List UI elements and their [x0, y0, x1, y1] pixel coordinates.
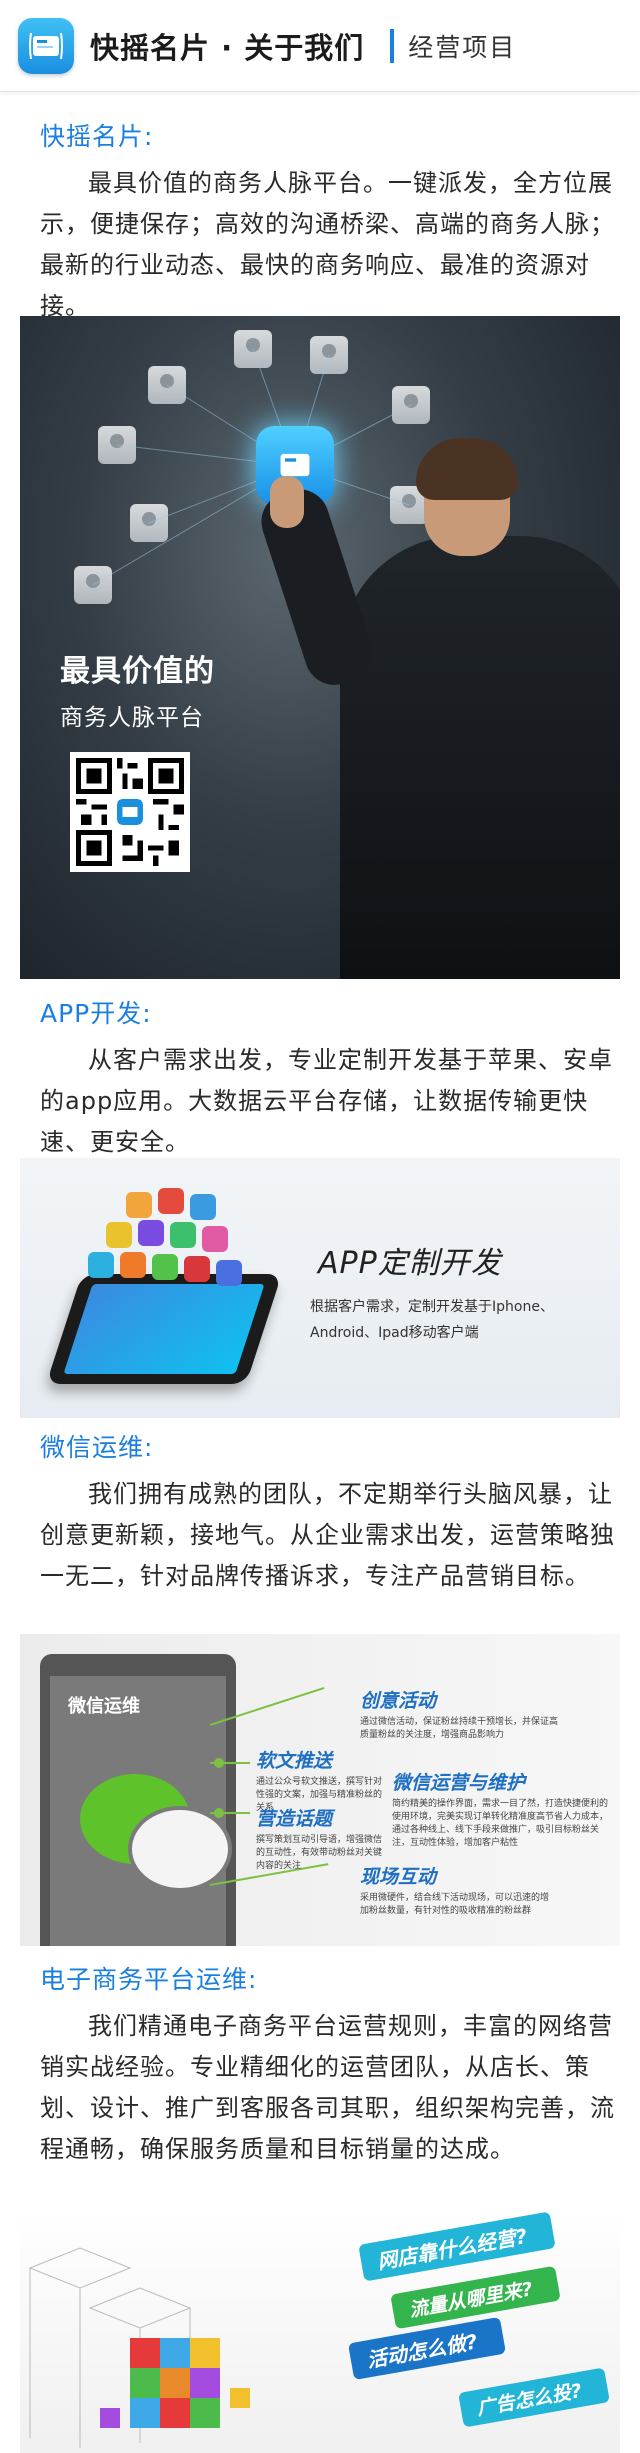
wechat-screen-title: 微信运维	[68, 1696, 140, 1717]
ribbon-3: 活动怎么做?	[347, 2316, 506, 2381]
wx-item-desc: 简约精美的操作界面，需求一目了然，打造快捷便利的使用环境，完美实现订单转化精准度…	[392, 1799, 609, 1848]
wx-item-desc: 采用微硬件，结合线下活动现场，可以迅速的增加粉丝数量，有针对性的吸收精准的粉丝群	[360, 1893, 550, 1916]
wechat-white-bubble-icon	[132, 1810, 228, 1888]
section-text-ecommerce: 我们精通电子商务平台运营规则，丰富的网络营销实战经验。专业精细化的运营团队，从店…	[40, 2012, 615, 2163]
ecommerce-banner: 网店靠什么经营? 流量从哪里来? 活动怎么做? 广告怎么投?	[20, 2208, 620, 2453]
page-title: 快摇名片 · 关于我们	[90, 30, 365, 65]
ribbon-4: 广告怎么投?	[458, 2367, 610, 2428]
app-icons-cluster	[86, 1188, 246, 1308]
wx-item-onsite: 现场互动 采用微硬件，结合线下活动现场，可以迅速的增加粉丝数量，有针对性的吸收精…	[360, 1862, 550, 1918]
top-header: 快摇名片 · 关于我们 经营项目	[0, 0, 640, 92]
hero-caption: 最具价值的 商务人脉平台	[60, 646, 215, 732]
section-wechat: 微信运维: 我们拥有成熟的团队，不定期举行头脑风暴，让创意更新颖，接地气。从企业…	[0, 1428, 640, 1597]
section-text-wechat: 我们拥有成熟的团队，不定期举行头脑风暴，让创意更新颖，接地气。从企业需求出发，运…	[40, 1480, 615, 1590]
wx-item-title: 营造话题	[256, 1808, 333, 1830]
cubes-illustration	[28, 2247, 250, 2448]
wx-item-desc: 通过微信活动，保证粉丝持续干预增长，并保证高质量粉丝的关注度，增强商品影响力	[360, 1717, 559, 1740]
app-banner-title: APP定制开发	[318, 1246, 502, 1281]
page: 快摇名片 · 关于我们 经营项目 快摇名片: 最具价值的商务人脉平台。一键派发，…	[0, 0, 640, 2453]
card-app-icon[interactable]	[18, 17, 74, 74]
app-banner: APP定制开发 根据客户需求，定制开发基于Iphone、 Android、Ipa…	[20, 1158, 620, 1418]
businessman-hand	[270, 476, 304, 528]
title-divider	[390, 28, 395, 63]
section-title-app: APP开发:	[40, 999, 152, 1028]
qr-code[interactable]	[70, 752, 190, 872]
wx-item-title: 微信运营与维护	[392, 1772, 526, 1794]
section-title-card: 快摇名片:	[40, 122, 154, 151]
wx-item-operation: 微信运营与维护 简约精美的操作界面，需求一目了然，打造快捷便利的使用环境，完美实…	[392, 1768, 610, 1850]
wx-item-title: 软文推送	[256, 1750, 333, 1772]
section-app: APP开发: 从客户需求出发，专业定制开发基于苹果、安卓的app应用。大数据云平…	[0, 994, 640, 1163]
app-banner-desc-line2: Android、Ipad移动客户端	[310, 1325, 479, 1341]
wx-item-title: 现场互动	[360, 1866, 437, 1888]
section-text-card: 最具价值的商务人脉平台。一键派发，全方位展示，便捷保存；高效的沟通桥梁、高端的商…	[40, 169, 615, 320]
hero-banner: 最具价值的 商务人脉平台	[20, 316, 620, 979]
hero-caption-line2: 商务人脉平台	[60, 705, 204, 731]
section-text-app: 从客户需求出发，专业定制开发基于苹果、安卓的app应用。大数据云平台存储，让数据…	[40, 1046, 613, 1156]
subnav-business[interactable]: 经营项目	[408, 28, 516, 64]
ribbon-2: 流量从哪里来?	[390, 2265, 561, 2330]
wx-item-creative: 创意活动 通过微信活动，保证粉丝持续干预增长，并保证高质量粉丝的关注度，增强商品…	[360, 1686, 560, 1742]
app-banner-desc: 根据客户需求，定制开发基于Iphone、 Android、Ipad移动客户端	[310, 1294, 600, 1346]
hero-caption-line1: 最具价值的	[60, 654, 215, 689]
app-banner-desc-line1: 根据客户需求，定制开发基于Iphone、	[310, 1299, 554, 1315]
wx-item-title: 创意活动	[360, 1690, 437, 1712]
businessman-figure	[340, 536, 620, 979]
section-card: 快摇名片: 最具价值的商务人脉平台。一键派发，全方位展示，便捷保存；高效的沟通桥…	[0, 117, 640, 327]
section-title-ecommerce: 电子商务平台运维:	[40, 1965, 258, 1994]
section-title-wechat: 微信运维:	[40, 1433, 154, 1462]
wechat-banner: 微信运维 创意活动 通过微信活动，保证粉丝持续干预增长，并保证高质量粉丝的关注度…	[20, 1634, 620, 1946]
phone-illustration: 微信运维	[40, 1654, 236, 1946]
section-ecommerce: 电子商务平台运维: 我们精通电子商务平台运营规则，丰富的网络营销实战经验。专业精…	[0, 1960, 640, 2170]
